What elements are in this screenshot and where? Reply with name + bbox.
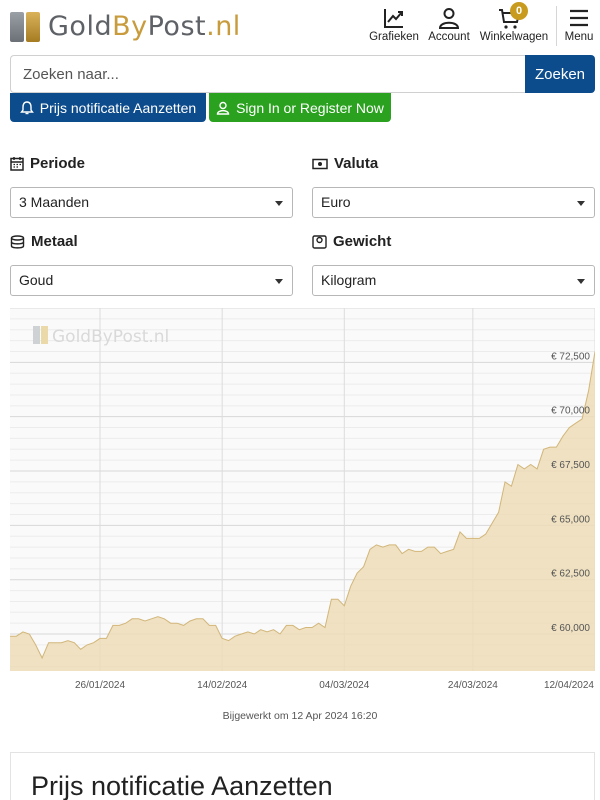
period-select[interactable]: 3 Maanden — [10, 187, 293, 218]
period-label: Periode — [10, 155, 85, 172]
cart-count-badge: 0 — [510, 2, 528, 20]
logo-text: GoldByPost.nl — [48, 11, 241, 42]
currency-label: Valuta — [312, 155, 378, 172]
nav-menu[interactable]: Menu — [562, 4, 596, 48]
header: GoldByPost.nl Grafieken Account 0 Winkel… — [0, 0, 600, 52]
metal-label: Metaal — [10, 233, 78, 250]
x-tick-label: 04/03/2024 — [319, 680, 369, 691]
cart-icon: 0 — [494, 2, 534, 30]
nav-label: Account — [428, 31, 470, 43]
nav-winkelwagen[interactable]: 0 Winkelwagen — [478, 2, 550, 48]
sign-in-register-label: Sign In or Register Now — [236, 99, 384, 116]
metal-select[interactable]: Goud — [10, 265, 293, 296]
chevron-down-icon — [275, 201, 283, 206]
last-updated-text: Bijgewerkt om 12 Apr 2024 16:20 — [222, 710, 378, 722]
hamburger-icon — [562, 4, 596, 30]
currency-select-value: Euro — [321, 194, 351, 210]
user-icon — [426, 4, 472, 30]
coins-icon — [10, 234, 25, 249]
y-tick-label: € 65,000 — [551, 514, 590, 525]
x-tick-label: 26/01/2024 — [75, 680, 125, 691]
x-tick-label: 24/03/2024 — [448, 680, 498, 691]
price-notification-label: Prijs notificatie Aanzetten — [39, 99, 197, 116]
y-tick-label: € 60,000 — [551, 623, 590, 634]
nav-label: Menu — [564, 31, 594, 43]
weight-icon — [312, 235, 327, 249]
weight-label: Gewicht — [312, 233, 391, 250]
price-chart[interactable]: GoldByPost.nl € 60,000 € 62,500 € 65,000 € … — [10, 308, 595, 698]
header-divider — [556, 6, 557, 46]
search-bar: Zoeken — [10, 55, 595, 93]
x-axis-labels: 26/01/2024 14/02/2024 04/03/2024 24/03/2024… — [75, 680, 594, 691]
y-tick-label: € 70,000 — [551, 406, 590, 417]
price-notification-card: Prijs notificatie Aanzetten — [10, 752, 595, 800]
y-tick-label: € 72,500 — [551, 351, 590, 362]
metal-select-value: Goud — [19, 272, 54, 288]
y-tick-label: € 62,500 — [551, 569, 590, 580]
weight-select[interactable]: Kilogram — [312, 265, 595, 296]
gold-bars-icon — [10, 10, 42, 44]
watermark-bar-gold — [41, 326, 48, 344]
chevron-down-icon — [577, 279, 585, 284]
price-notification-button[interactable]: Prijs notificatie Aanzetten — [10, 93, 206, 122]
chart-watermark: GoldByPost.nl — [33, 326, 169, 347]
watermark-bar-silver — [33, 326, 40, 344]
currency-select[interactable]: Euro — [312, 187, 595, 218]
nav-label: Winkelwagen — [479, 31, 549, 43]
sign-in-register-button[interactable]: Sign In or Register Now — [209, 93, 391, 122]
search-button[interactable]: Zoeken — [525, 55, 595, 93]
period-select-value: 3 Maanden — [19, 194, 90, 210]
chevron-down-icon — [577, 201, 585, 206]
calendar-icon — [10, 157, 24, 171]
weight-select-value: Kilogram — [321, 272, 377, 288]
chevron-down-icon — [275, 279, 283, 284]
y-tick-label: € 67,500 — [551, 460, 590, 471]
search-input[interactable] — [10, 55, 526, 93]
money-icon — [312, 158, 328, 169]
user-icon — [216, 101, 230, 115]
site-logo[interactable]: GoldByPost.nl — [10, 8, 241, 46]
nav-label: Grafieken — [369, 31, 419, 43]
watermark-text: GoldByPost.nl — [52, 327, 169, 347]
x-tick-label: 14/02/2024 — [197, 680, 247, 691]
nav-account[interactable]: Account — [426, 4, 472, 48]
card-title: Prijs notificatie Aanzetten — [31, 771, 333, 800]
bell-icon — [19, 100, 34, 114]
x-tick-label: 12/04/2024 — [544, 680, 594, 691]
nav-grafieken[interactable]: Grafieken — [366, 4, 422, 48]
chart-icon — [366, 4, 422, 30]
